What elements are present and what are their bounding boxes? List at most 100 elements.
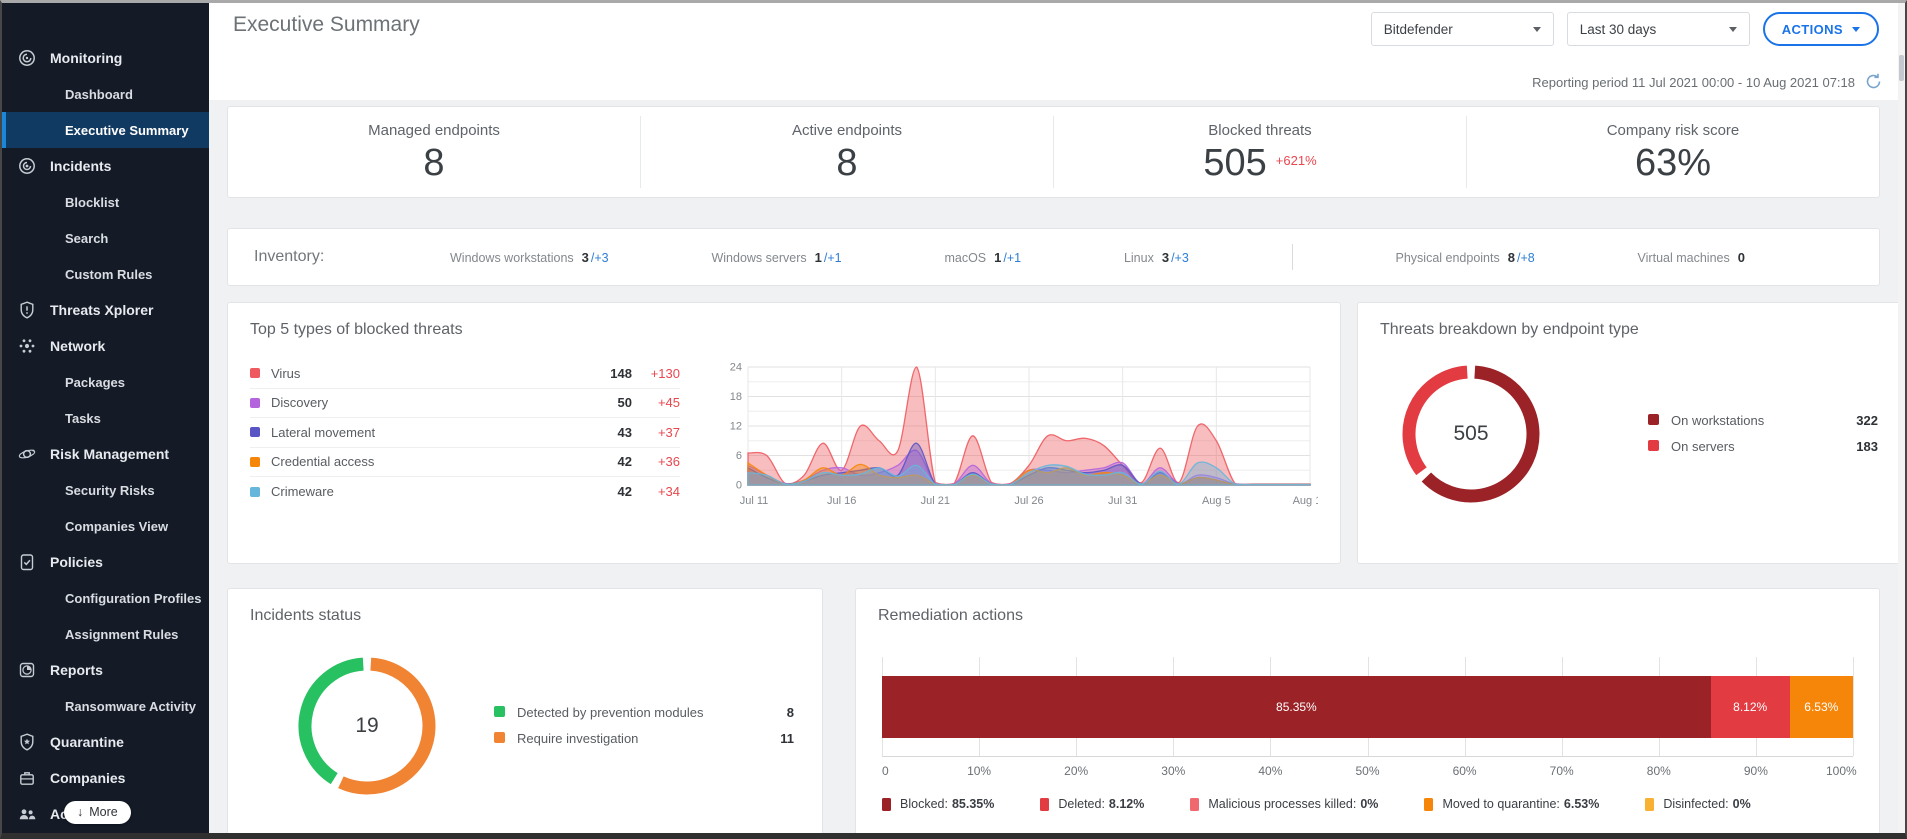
sidebar-item-blocklist[interactable]: Blocklist: [2, 184, 209, 220]
axis-tick: 60%: [1453, 764, 1477, 778]
refresh-icon[interactable]: [1864, 72, 1883, 91]
sidebar-item-configuration-profiles[interactable]: Configuration Profiles: [2, 580, 209, 616]
sidebar-item-companies[interactable]: Companies: [2, 760, 209, 796]
sidebar-item-label: Configuration Profiles: [65, 591, 202, 606]
threats-breakdown-card: Threats breakdown by endpoint type 505 O…: [1357, 302, 1907, 564]
legend-swatch: [1190, 798, 1199, 811]
sidebar-item-threats-xplorer[interactable]: Threats Xplorer: [2, 292, 209, 328]
svg-text:Aug 5: Aug 5: [1202, 495, 1231, 507]
sidebar-item-executive-summary[interactable]: Executive Summary: [2, 112, 209, 148]
sidebar-item-label: Incidents: [50, 158, 111, 174]
threats-breakdown-total: 505: [1386, 349, 1556, 519]
sidebar-item-dashboard[interactable]: Dashboard: [2, 76, 209, 112]
incidents-status-total: 19: [282, 641, 452, 811]
inventory-groups: Windows workstations3/+3Windows servers1…: [450, 244, 1745, 270]
company-filter-dropdown[interactable]: Bitdefender: [1371, 12, 1554, 46]
sidebar-item-risk-management[interactable]: Risk Management: [2, 436, 209, 472]
sidebar-item-incidents[interactable]: Incidents: [2, 148, 209, 184]
svg-text:24: 24: [730, 362, 742, 374]
incidents-icon: [17, 156, 37, 176]
sidebar-item-monitoring[interactable]: Monitoring: [2, 40, 209, 76]
chevron-down-icon: [1533, 27, 1541, 32]
axis-tick: 80%: [1647, 764, 1671, 778]
bottom-row: Incidents status 19 Detected by preventi…: [227, 588, 1880, 838]
kpi-value: 8: [228, 144, 640, 183]
sidebar-item-label: Companies: [50, 770, 125, 786]
chevron-down-icon: [1852, 27, 1860, 32]
sidebar-item-reports[interactable]: Reports: [2, 652, 209, 688]
sidebar-item-policies[interactable]: Policies: [2, 544, 209, 580]
sidebar-item-quarantine[interactable]: Quarantine: [2, 724, 209, 760]
reports-icon: [17, 660, 37, 680]
sidebar-item-tasks[interactable]: Tasks: [2, 400, 209, 436]
policies-icon: [17, 552, 37, 572]
axis-tick: 20%: [1064, 764, 1088, 778]
legend-swatch: [1645, 798, 1654, 811]
legend-swatch: [250, 487, 260, 497]
remediation-axis: 010%20%30%40%50%60%70%80%90%100%: [882, 757, 1853, 781]
sidebar-item-search[interactable]: Search: [2, 220, 209, 256]
incidents-status-legend: Detected by prevention modules8Require i…: [494, 705, 794, 747]
threats-trend-chart: 06121824Jul 11Jul 16Jul 21Jul 26Jul 31Au…: [718, 359, 1318, 516]
sidebar-item-network[interactable]: Network: [2, 328, 209, 364]
legend-swatch: [1040, 798, 1049, 811]
threat-row-discovery: Discovery50+45: [250, 389, 680, 419]
svg-text:Jul 16: Jul 16: [827, 495, 856, 507]
charts-row: Top 5 types of blocked threats Virus148+…: [227, 302, 1880, 564]
sidebar-item-custom-rules[interactable]: Custom Rules: [2, 256, 209, 292]
sidebar-menu: MonitoringDashboardExecutive Summary Inci…: [2, 40, 209, 833]
sidebar-item-assignment-rules[interactable]: Assignment Rules: [2, 616, 209, 652]
legend-item-blocked: Blocked:85.35%: [882, 797, 994, 811]
app-window: MonitoringDashboardExecutive SummaryInci…: [0, 0, 1907, 839]
inventory-virtual-machines: Virtual machines0: [1638, 250, 1745, 265]
actions-button[interactable]: ACTIONS: [1763, 12, 1879, 46]
svg-text:Jul 21: Jul 21: [921, 495, 950, 507]
sidebar-more-button[interactable]: ↓ More: [64, 801, 131, 824]
svg-text:6: 6: [736, 450, 742, 462]
sidebar-item-label: Security Risks: [65, 483, 155, 498]
chevron-down-icon: [1729, 27, 1737, 32]
time-range-dropdown[interactable]: Last 30 days: [1567, 12, 1750, 46]
svg-text:18: 18: [730, 391, 742, 403]
quarantine-icon: [17, 732, 37, 752]
bar-segment-blocked: 85.35%: [882, 676, 1711, 738]
sidebar-item-companies-view[interactable]: Companies View: [2, 508, 209, 544]
kpi-value: 8: [641, 144, 1053, 183]
inventory-physical-endpoints: Physical endpoints8/+8: [1396, 250, 1535, 265]
page-title: Executive Summary: [233, 13, 420, 37]
legend-swatch: [250, 398, 260, 408]
axis-tick: 10%: [967, 764, 991, 778]
kpi-value: 63%: [1467, 144, 1879, 183]
vertical-scrollbar: [1898, 3, 1905, 833]
legend-swatch: [250, 457, 260, 467]
sidebar-more-label: More: [89, 805, 117, 819]
sidebar-item-label: Policies: [50, 554, 103, 570]
sidebar-item-label: Quarantine: [50, 734, 124, 750]
svg-text:12: 12: [730, 421, 742, 433]
svg-text:0: 0: [736, 480, 742, 492]
legend-item-disinfected: Disinfected:0%: [1645, 797, 1750, 811]
kpi-blocked-threats: Blocked threats505+621%: [1054, 116, 1467, 188]
kpi-label: Company risk score: [1467, 122, 1879, 139]
legend-row-detected-by-prevention-modules: Detected by prevention modules8: [494, 705, 794, 721]
threats-breakdown-legend: On workstations322On servers183: [1648, 413, 1878, 455]
sidebar-item-label: Reports: [50, 662, 103, 678]
time-range-value: Last 30 days: [1580, 22, 1657, 37]
actions-button-label: ACTIONS: [1782, 22, 1843, 37]
sidebar-item-packages[interactable]: Packages: [2, 364, 209, 400]
svg-text:Jul 31: Jul 31: [1108, 495, 1137, 507]
legend-item-malicious-processes-killed: Malicious processes killed:0%: [1190, 797, 1378, 811]
scrollbar-thumb[interactable]: [1899, 55, 1904, 81]
legend-swatch: [1424, 798, 1433, 811]
sidebar-item-ransomware-activity[interactable]: Ransomware Activity: [2, 688, 209, 724]
bar-segment-moved-to-quarantine: 6.53%: [1790, 676, 1853, 738]
sidebar-item-user-activity[interactable]: User Activity: [2, 832, 209, 833]
legend-swatch: [250, 427, 260, 437]
monitoring-icon: [17, 48, 37, 68]
network-icon: [17, 336, 37, 356]
kpi-label: Managed endpoints: [228, 122, 640, 139]
kpi-label: Active endpoints: [641, 122, 1053, 139]
sidebar-item-security-risks[interactable]: Security Risks: [2, 472, 209, 508]
legend-row-on-servers: On servers183: [1648, 439, 1878, 455]
threats-xplorer-icon: [17, 300, 37, 320]
